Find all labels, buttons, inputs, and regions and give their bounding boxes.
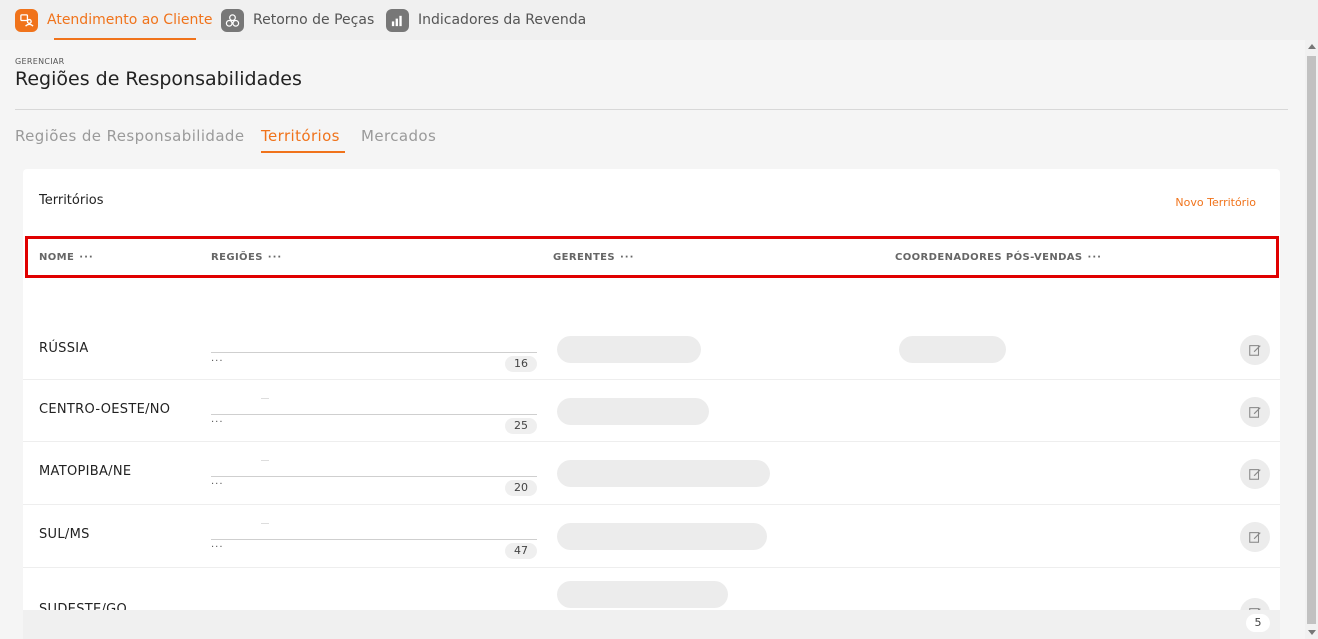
coordinator-chip	[899, 336, 1006, 363]
edit-button[interactable]	[1240, 335, 1270, 365]
column-header-coordenadores[interactable]: COORDENADORES PÓS-VENDAS ···	[895, 252, 1102, 263]
regions-field	[211, 414, 537, 415]
territory-name: CENTRO-OESTE/NO	[39, 402, 171, 417]
column-header-gerentes[interactable]: GERENTES ···	[553, 252, 634, 263]
column-menu-icon[interactable]: ···	[268, 252, 282, 263]
scroll-down-arrow-icon[interactable]	[1308, 630, 1316, 635]
scroll-thumb[interactable]	[1307, 56, 1316, 624]
territory-name: MATOPIBA/NE	[39, 464, 132, 479]
manager-chip	[557, 523, 767, 550]
regions-more[interactable]: ···	[211, 542, 224, 553]
territory-name: RÚSSIA	[39, 341, 89, 356]
regions-field	[211, 476, 537, 477]
main-content: GERENCIAR Regiões de Responsabilidades R…	[0, 40, 1305, 639]
manager-chip	[557, 581, 728, 608]
app-tab-label: Retorno de Peças	[253, 12, 375, 28]
column-menu-icon[interactable]: ···	[1088, 252, 1102, 263]
table-row: CENTRO-OESTE/NO ··· 25	[23, 380, 1280, 442]
table-header: NOME ··· REGIÕES ··· GERENTES ··· COORDENAD…	[25, 236, 1279, 278]
bar-chart-icon	[386, 8, 409, 32]
regions-more[interactable]: ···	[211, 356, 224, 367]
regions-count-badge: 20	[505, 480, 537, 496]
customer-service-icon	[15, 8, 38, 32]
regions-placeholder	[261, 523, 269, 524]
column-menu-icon[interactable]: ···	[79, 252, 93, 263]
regions-field	[211, 352, 537, 353]
column-label: NOME	[39, 252, 75, 263]
edit-icon	[1249, 532, 1261, 543]
table-row: SUDESTE/GO ··· 36	[23, 568, 1280, 639]
vertical-scrollbar[interactable]	[1305, 40, 1318, 639]
edit-button[interactable]	[1240, 522, 1270, 552]
card-title: Territórios	[39, 193, 104, 208]
tab-mercados[interactable]: Mercados	[361, 127, 436, 145]
column-label: REGIÕES	[211, 252, 263, 263]
app-tab-label: Atendimento ao Cliente	[47, 12, 213, 28]
edit-icon	[1249, 407, 1261, 418]
column-label: GERENTES	[553, 252, 615, 263]
edit-button[interactable]	[1240, 459, 1270, 489]
app-top-bar: Atendimento ao Cliente Retorno de Peças …	[0, 0, 1318, 40]
edit-icon	[1249, 345, 1261, 356]
app-tab-atendimento[interactable]: Atendimento ao Cliente	[15, 8, 212, 32]
edit-icon	[1249, 469, 1261, 480]
manager-chip	[557, 398, 709, 425]
regions-count-badge: 47	[505, 543, 537, 559]
regions-count-badge: 16	[505, 356, 537, 372]
edit-button[interactable]	[1240, 397, 1270, 427]
manager-chip	[557, 336, 701, 363]
regions-more[interactable]: ···	[211, 417, 224, 428]
new-territory-button[interactable]: Novo Território	[1175, 196, 1256, 209]
table-row: RÚSSIA ··· 16	[23, 317, 1280, 380]
app-tab-retorno-pecas[interactable]: Retorno de Peças	[221, 8, 374, 32]
column-label: COORDENADORES PÓS-VENDAS	[895, 252, 1083, 263]
tab-territorios[interactable]: Territórios	[261, 127, 340, 145]
tab-regioes-responsabilidade[interactable]: Regiões de Responsabilidade	[15, 127, 244, 145]
header-divider	[15, 109, 1288, 110]
regions-placeholder	[261, 460, 269, 461]
parts-return-icon	[221, 8, 244, 32]
territory-name: SUL/MS	[39, 527, 90, 542]
app-tab-label: Indicadores da Revenda	[418, 12, 587, 28]
page-eyebrow: GERENCIAR	[15, 57, 65, 66]
active-subtab-indicator	[261, 151, 345, 153]
app-tab-indicadores[interactable]: Indicadores da Revenda	[386, 8, 586, 32]
scroll-up-arrow-icon[interactable]	[1308, 44, 1316, 49]
regions-more[interactable]: ···	[211, 479, 224, 490]
table-row: MATOPIBA/NE ··· 20	[23, 442, 1280, 505]
column-header-nome[interactable]: NOME ···	[39, 252, 94, 263]
regions-count-badge: 25	[505, 418, 537, 434]
regions-placeholder	[261, 398, 269, 399]
total-count-badge: 5	[1246, 614, 1270, 632]
regions-field	[211, 539, 537, 540]
territories-card: Territórios Novo Território NOME ··· REGI…	[23, 169, 1280, 639]
table-row: SUL/MS ··· 47	[23, 505, 1280, 568]
page-title: Regiões de Responsabilidades	[15, 68, 302, 90]
table-footer: 5	[23, 610, 1280, 639]
column-header-regioes[interactable]: REGIÕES ···	[211, 252, 282, 263]
column-menu-icon[interactable]: ···	[620, 252, 634, 263]
manager-chip	[557, 460, 770, 487]
